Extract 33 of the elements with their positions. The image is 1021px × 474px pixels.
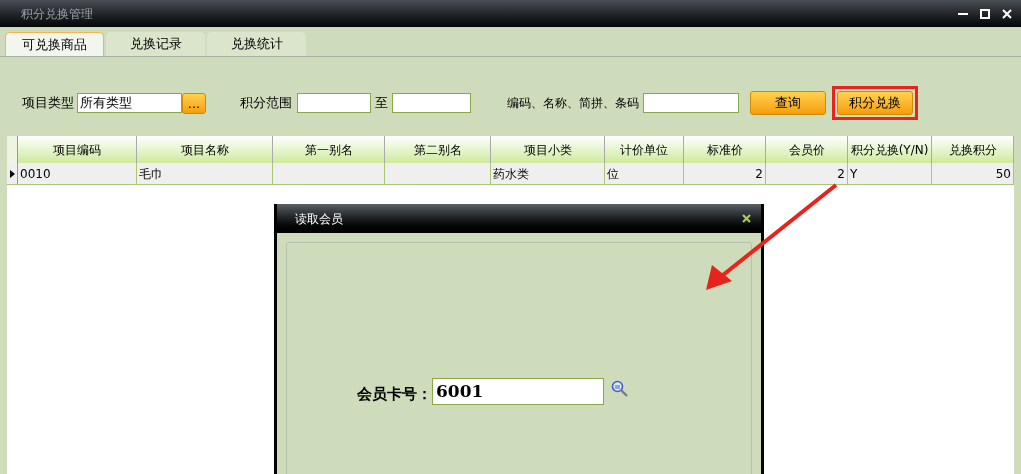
tab[interactable]: 可兑换商品 — [5, 32, 104, 56]
column-header[interactable]: 积分兑换(Y/N) — [848, 136, 932, 163]
column-header[interactable]: 会员价 — [766, 136, 848, 163]
range-label: 积分范围 — [240, 94, 292, 113]
table-cell-text: Y — [850, 165, 858, 183]
tab[interactable]: 兑换统计 — [207, 32, 306, 56]
dialog-title: 读取会员 — [295, 210, 344, 228]
tab[interactable]: 兑换记录 — [106, 32, 205, 56]
range-to-label: 至 — [375, 94, 388, 113]
table-cell-text: 药水类 — [493, 165, 529, 183]
browse-button[interactable]: ... — [182, 92, 206, 114]
card-number-label: 会员卡号： — [357, 384, 432, 405]
type-label: 项目类型 — [22, 94, 74, 113]
column-header[interactable]: 第二别名 — [385, 136, 491, 163]
column-header[interactable]: 项目名称 — [137, 136, 273, 163]
column-header[interactable]: 计价单位 — [605, 136, 684, 163]
window-title: 积分兑换管理 — [21, 5, 94, 23]
table-cell-text: 0010 — [20, 165, 51, 183]
points-exchange-button[interactable]: 积分兑换 — [837, 91, 913, 115]
column-header[interactable]: 项目小类 — [491, 136, 605, 163]
column-header[interactable]: 第一别名 — [273, 136, 385, 163]
table-cell-text: 毛巾 — [139, 165, 163, 183]
query-button[interactable]: 查询 — [750, 91, 826, 115]
card-number-field[interactable]: 6001 — [432, 378, 604, 405]
column-header[interactable]: 标准价 — [684, 136, 766, 163]
table-cell-text: 位 — [607, 165, 619, 183]
table-cell-text: 2 — [755, 165, 763, 183]
column-header[interactable]: 兑换积分 — [932, 136, 1014, 163]
type-field[interactable]: 所有类型 — [77, 93, 182, 113]
table-cell-text: 50 — [995, 165, 1011, 183]
column-header[interactable]: 项目编码 — [18, 136, 137, 163]
table-cell-text: 2 — [837, 165, 845, 183]
keyword-label: 编码、名称、简拼、条码 — [507, 95, 639, 112]
